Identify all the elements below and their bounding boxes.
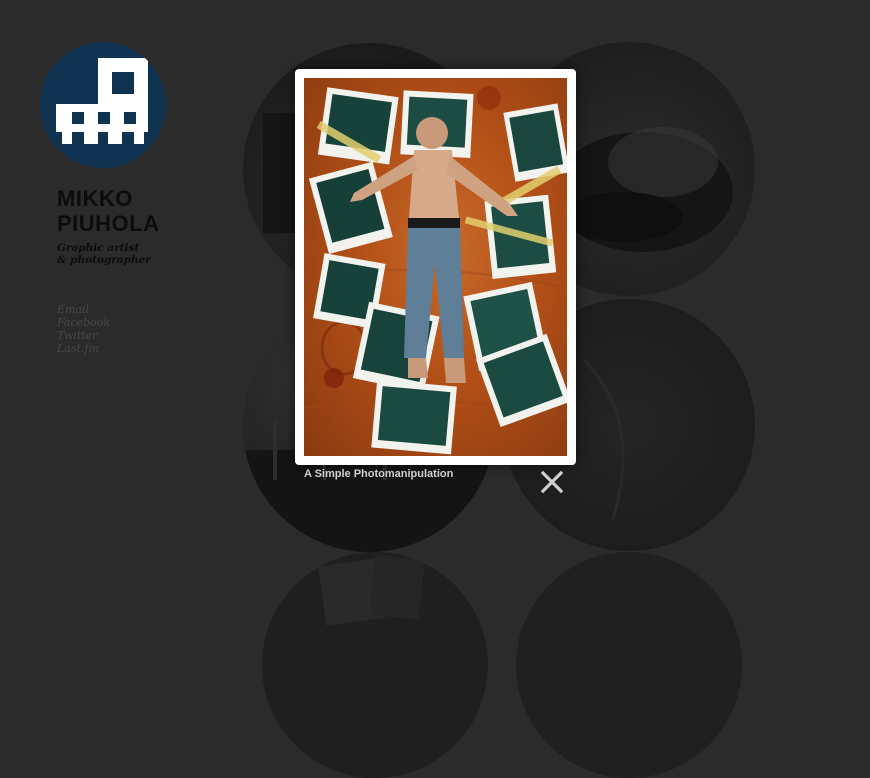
site-name-last: PIUHOLA (57, 211, 160, 236)
mp-logo-icon (56, 58, 148, 144)
social-links: Email Facebook Twitter Last.fm (57, 303, 110, 355)
site-name: MIKKO PIUHOLA (57, 186, 160, 236)
site-name-first: MIKKO (57, 186, 133, 211)
lightbox-caption: A Simple Photomanipulation (304, 468, 454, 480)
photo-artwork (304, 86, 567, 455)
lightbox-frame (295, 69, 576, 465)
gallery-thumb-6[interactable] (516, 552, 742, 778)
gallery-thumb-5[interactable] (262, 552, 488, 778)
lightbox-close-button[interactable] (539, 469, 565, 495)
close-icon (540, 470, 564, 494)
link-facebook[interactable]: Facebook (57, 316, 110, 329)
link-email[interactable]: Email (57, 303, 110, 316)
tagline-line-2: & photographer (57, 254, 151, 266)
tagline-line-1: Graphic artist (57, 242, 140, 254)
site-tagline: Graphic artist & photographer (57, 242, 151, 266)
link-twitter[interactable]: Twitter (57, 329, 110, 342)
link-lastfm[interactable]: Last.fm (57, 342, 110, 355)
thumb-artwork (318, 554, 425, 626)
lightbox-image (304, 78, 567, 456)
site-logo[interactable] (40, 42, 166, 168)
